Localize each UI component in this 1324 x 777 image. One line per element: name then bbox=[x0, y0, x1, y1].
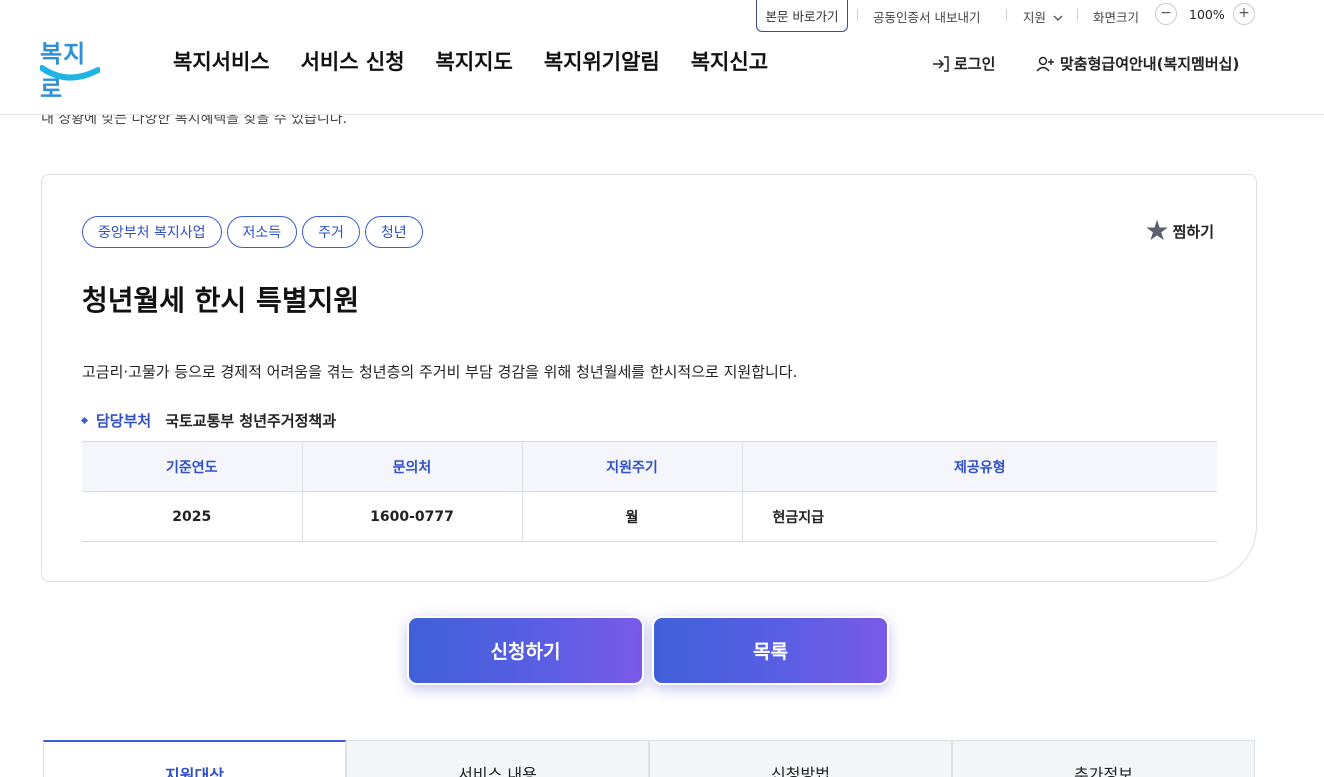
cert-export-link[interactable]: 공동인증서 내보내기 bbox=[873, 7, 980, 26]
nav-item-welfare-services[interactable]: 복지서비스 bbox=[173, 46, 270, 76]
column-header: 기준연도 bbox=[82, 441, 303, 492]
login-link[interactable]: 로그인 bbox=[932, 53, 995, 74]
tag-list: 중앙부처 복지사업 저소득 주거 청년 bbox=[82, 216, 428, 248]
skip-to-content-button[interactable]: 본문 바로가기 bbox=[756, 0, 848, 32]
apply-button[interactable]: 신청하기 bbox=[407, 616, 644, 685]
support-menu[interactable]: 지원 bbox=[1023, 7, 1063, 26]
chevron-down-icon bbox=[1053, 10, 1063, 25]
column-header: 제공유형 bbox=[742, 441, 1217, 492]
tag[interactable]: 청년 bbox=[364, 216, 423, 248]
membership-label: 맞춤형급여안내(복지멤버십) bbox=[1060, 55, 1240, 73]
table-row: 2025 1600-0777 월 현금지급 bbox=[82, 491, 1217, 542]
nav-item-welfare-map[interactable]: 복지지도 bbox=[436, 46, 513, 76]
nav-item-crisis-alert[interactable]: 복지위기알림 bbox=[544, 46, 660, 76]
detail-tabs: 지원대상 서비스 내용 신청방법 추가정보 bbox=[43, 740, 1255, 777]
service-title: 청년월세 한시 특별지원 bbox=[82, 284, 360, 317]
login-label: 로그인 bbox=[954, 55, 996, 73]
divider bbox=[1077, 9, 1078, 21]
tag[interactable]: 주거 bbox=[302, 216, 360, 248]
tab-service-content[interactable]: 서비스 내용 bbox=[346, 740, 649, 777]
user-plus-icon bbox=[1036, 56, 1054, 71]
zoom-in-button[interactable]: + bbox=[1233, 3, 1255, 25]
service-description: 고금리·고물가 등으로 경제적 어려움을 겪는 청년층의 주거비 부담 경감을 … bbox=[82, 363, 798, 381]
nav-item-welfare-report[interactable]: 복지신고 bbox=[691, 46, 768, 76]
site-header: 복지로 복지서비스 서비스 신청 복지지도 복지위기알림 복지신고 로그인 맞춤… bbox=[0, 32, 1324, 115]
support-label: 지원 bbox=[1023, 10, 1047, 25]
nav-item-service-apply[interactable]: 서비스 신청 bbox=[301, 46, 405, 76]
tab-eligibility[interactable]: 지원대상 bbox=[43, 740, 346, 777]
table-cell-contact: 1600-0777 bbox=[302, 491, 523, 542]
table-cell-year: 2025 bbox=[82, 491, 303, 542]
membership-link[interactable]: 맞춤형급여안내(복지멤버십) bbox=[1036, 53, 1239, 74]
bookmark-button[interactable]: ★ 찜하기 bbox=[1144, 217, 1214, 245]
department-label: 담당부처 bbox=[96, 412, 152, 430]
department-info: 담당부처 국토교통부 청년주거정책과 bbox=[80, 410, 337, 431]
screen-size-label: 화면크기 bbox=[1093, 10, 1140, 25]
main-nav: 복지서비스 서비스 신청 복지지도 복지위기알림 복지신고 bbox=[173, 46, 799, 76]
bookmark-label: 찜하기 bbox=[1172, 222, 1214, 241]
logo-smile-icon bbox=[40, 65, 100, 81]
service-detail-card: 중앙부처 복지사업 저소득 주거 청년 ★ 찜하기 청년월세 한시 특별지원 고… bbox=[41, 174, 1257, 582]
table-cell-cycle: 월 bbox=[522, 491, 743, 542]
tag[interactable]: 저소득 bbox=[226, 216, 298, 248]
zoom-level: 100% bbox=[1189, 7, 1225, 22]
column-header: 문의처 bbox=[302, 441, 523, 492]
tab-additional-info[interactable]: 추가정보 bbox=[952, 740, 1255, 777]
tag[interactable]: 중앙부처 복지사업 bbox=[82, 216, 222, 248]
zoom-out-button[interactable]: − bbox=[1155, 3, 1177, 25]
tab-how-to-apply[interactable]: 신청방법 bbox=[649, 740, 952, 777]
list-button[interactable]: 목록 bbox=[652, 616, 889, 685]
table-header-row: 기준연도 문의처 지원주기 제공유형 bbox=[82, 441, 1217, 492]
department-value: 국토교통부 청년주거정책과 bbox=[165, 412, 337, 430]
logo[interactable]: 복지로 bbox=[40, 34, 102, 103]
divider bbox=[1006, 9, 1007, 21]
divider bbox=[857, 9, 858, 21]
column-header: 지원주기 bbox=[522, 441, 743, 492]
service-info-table: 기준연도 문의처 지원주기 제공유형 2025 1600-0777 월 현금지급 bbox=[82, 441, 1217, 542]
table-cell-type: 현금지급 bbox=[742, 491, 1217, 542]
login-icon bbox=[933, 55, 949, 72]
utility-bar: 본문 바로가기 공동인증서 내보내기 지원 화면크기 − 100% + bbox=[0, 0, 1324, 32]
star-icon: ★ bbox=[1144, 214, 1170, 247]
bullet-icon bbox=[80, 416, 89, 425]
